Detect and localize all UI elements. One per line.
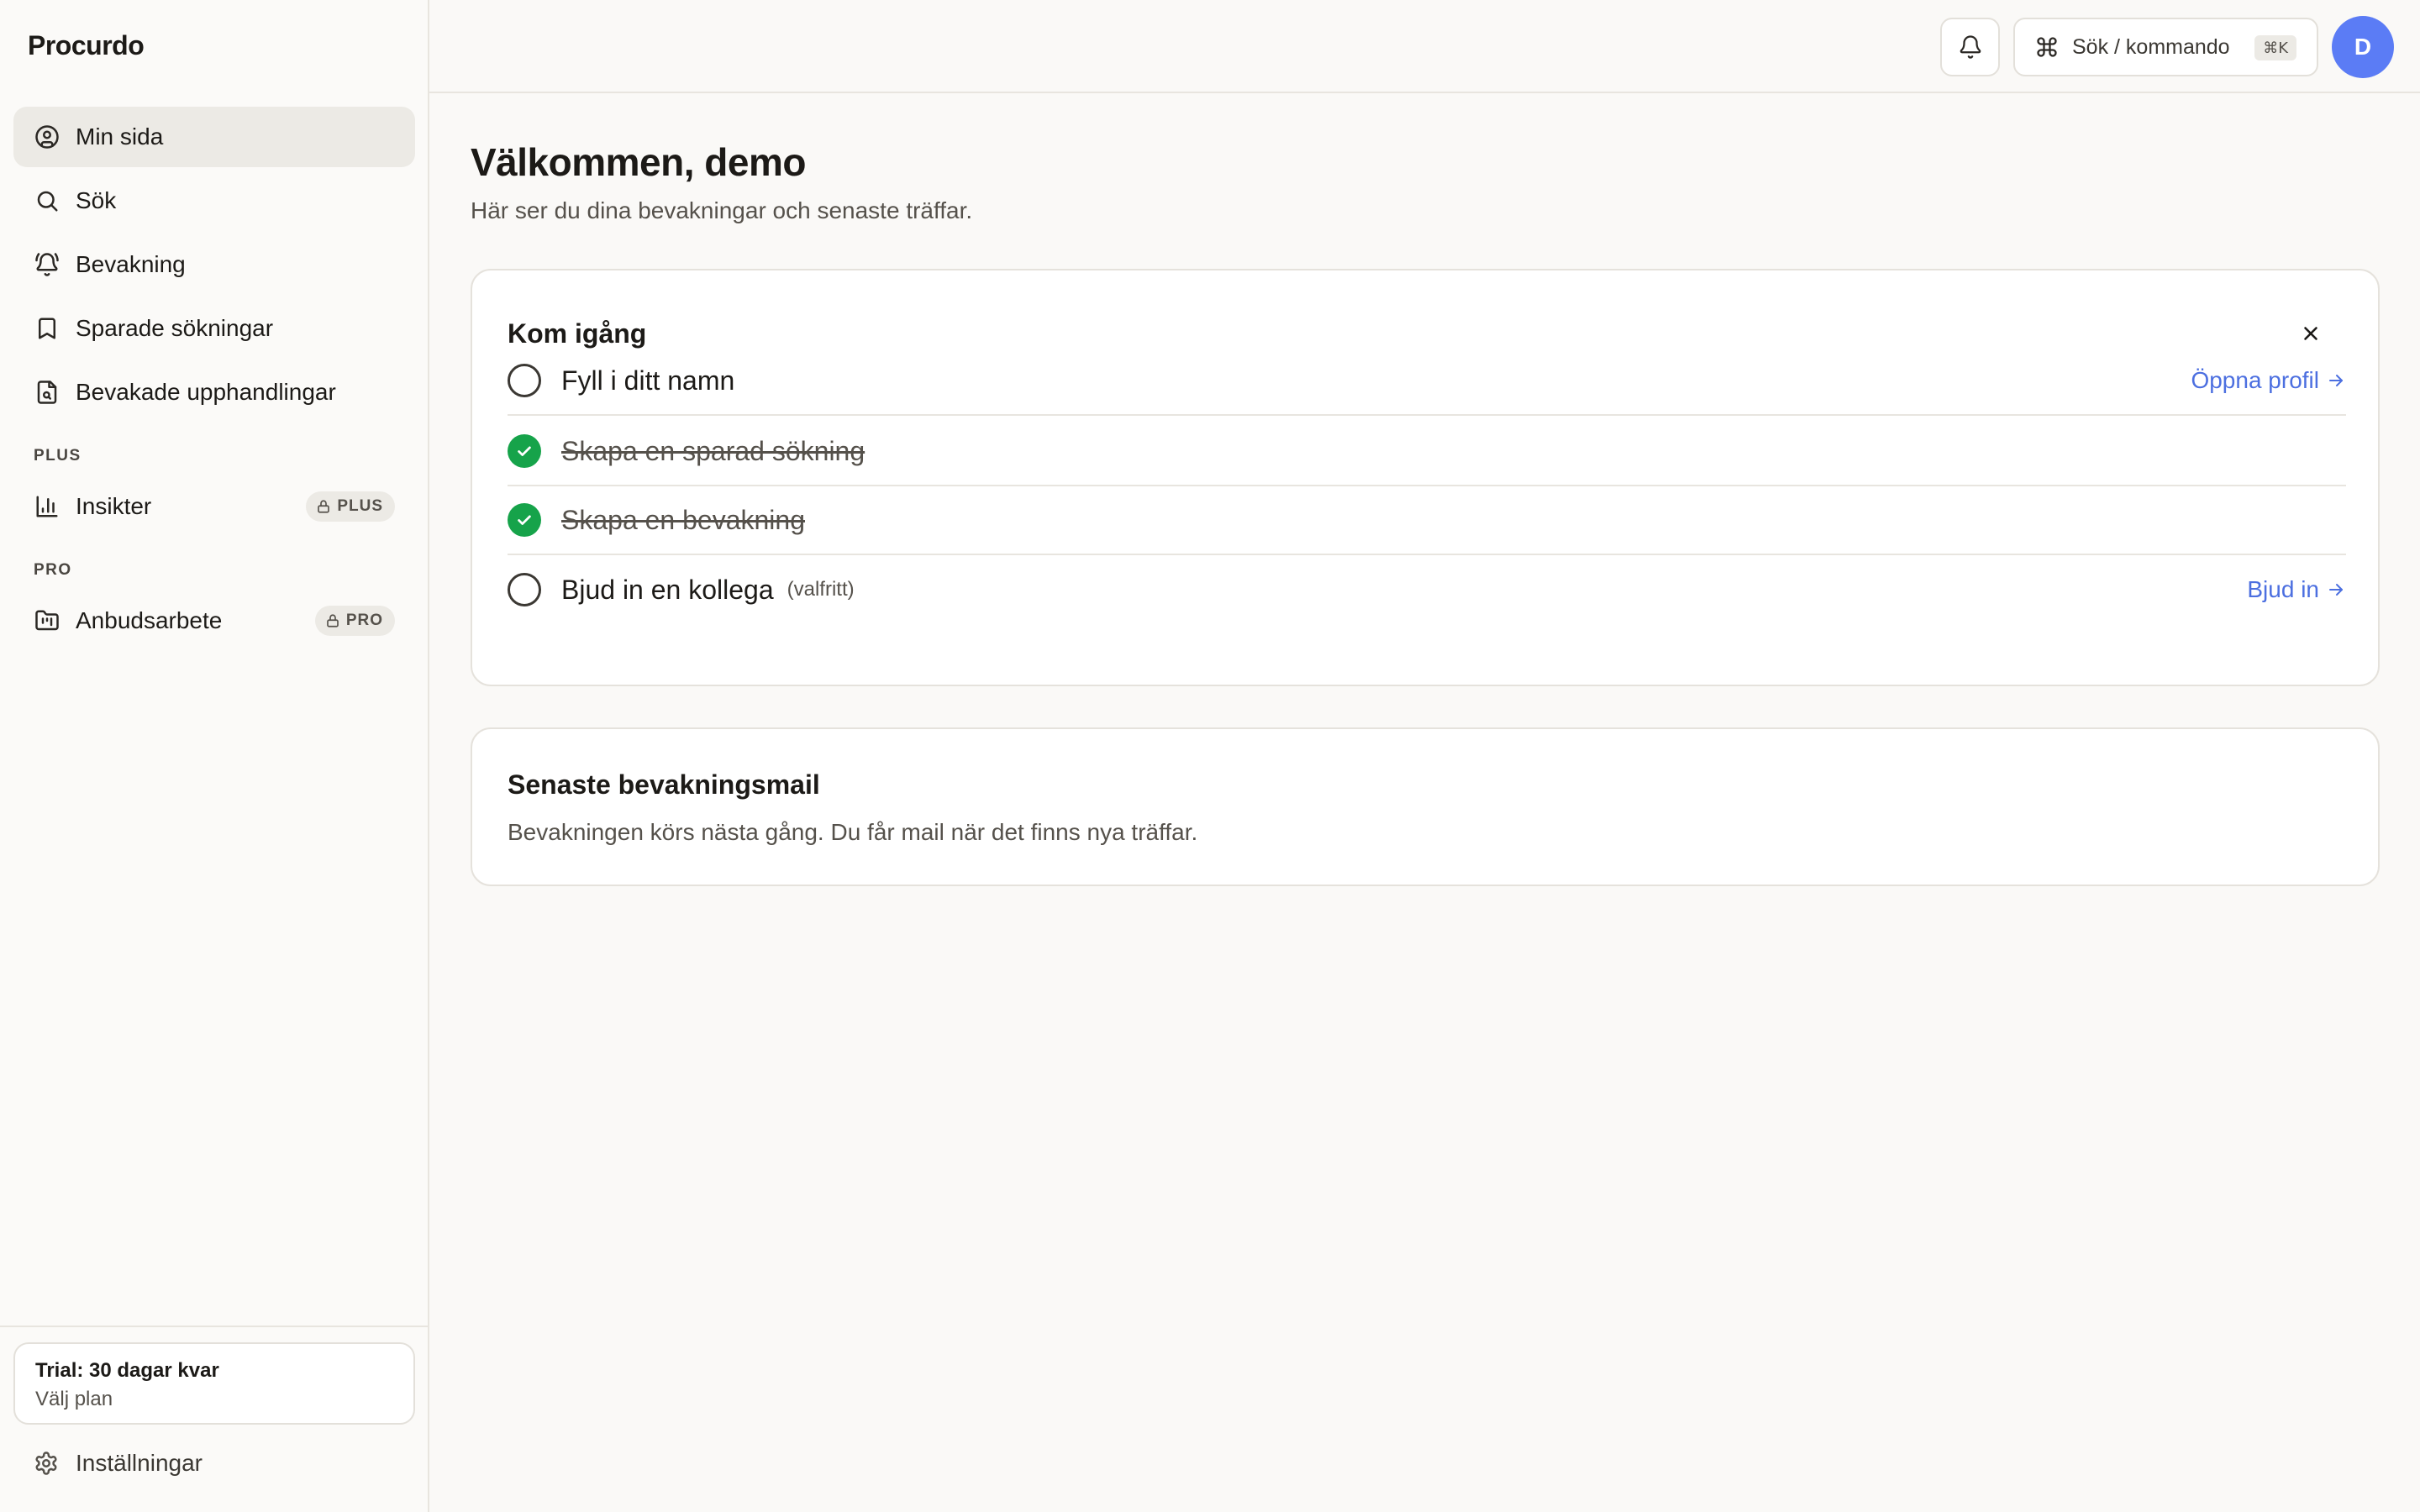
sidebar-item-label: Anbudsarbete xyxy=(76,607,223,633)
sidebar-item-label: Sök xyxy=(76,187,117,213)
sidebar-item-sparade-sokningar[interactable]: Sparade sökningar xyxy=(13,298,415,359)
plan-badge-plus: PLUS xyxy=(306,491,395,522)
task-row-watch: Skapa en bevakning xyxy=(508,486,2346,555)
invite-label: Bjud in xyxy=(2247,576,2319,602)
section-label-plus: PLUS xyxy=(34,447,82,465)
user-circle-icon xyxy=(34,123,60,150)
sidebar: Procurdo Min sida Sök Bevakning Sparade … xyxy=(0,0,429,1512)
task-label: Skapa en bevakning xyxy=(561,504,805,535)
bar-chart-icon xyxy=(34,493,60,520)
command-icon xyxy=(2037,37,2057,57)
settings-label: Inställningar xyxy=(76,1450,203,1476)
trial-card[interactable]: Trial: 30 dagar kvar Välj plan xyxy=(13,1342,415,1425)
sidebar-nav: Min sida Sök Bevakning Sparade sökningar xyxy=(13,107,415,654)
bell-ring-icon xyxy=(34,251,60,278)
command-search-label: Sök / kommando xyxy=(2072,34,2230,59)
user-avatar[interactable]: D xyxy=(2332,16,2394,78)
bell-icon xyxy=(1960,35,1981,59)
bookmark-icon xyxy=(34,315,60,342)
lock-icon xyxy=(326,614,339,627)
task-label: Skapa en sparad sökning xyxy=(561,435,865,466)
get-started-title: Kom igång xyxy=(508,318,647,349)
sidebar-item-label: Min sida xyxy=(76,123,164,150)
section-label-pro: PRO xyxy=(34,561,72,579)
sidebar-item-label: Bevakning xyxy=(76,251,186,277)
latest-mail-title: Senaste bevakningsmail xyxy=(508,769,820,800)
sidebar-item-label: Sparade sökningar xyxy=(76,315,274,341)
badge-label: PLUS xyxy=(337,497,383,515)
sidebar-item-label: Insikter xyxy=(76,493,152,519)
app-logo[interactable]: Procurdo xyxy=(28,30,145,61)
task-done-check[interactable] xyxy=(508,434,541,468)
page-title: Välkommen, demo xyxy=(471,140,806,184)
badge-label: PRO xyxy=(345,612,383,629)
task-row-name: Fyll i ditt namn Öppna profil xyxy=(508,347,2346,416)
folder-kanban-icon xyxy=(34,607,60,634)
task-label: Bjud in en kollega xyxy=(561,574,774,605)
plan-badge-pro: PRO xyxy=(314,606,395,636)
task-checkbox[interactable] xyxy=(508,364,541,397)
task-done-check[interactable] xyxy=(508,503,541,537)
sidebar-item-bevakade-upphandlingar[interactable]: Bevakade upphandlingar xyxy=(13,362,415,423)
latest-mail-card: Senaste bevakningsmail Bevakningen körs … xyxy=(471,727,2380,886)
keyboard-shortcut: ⌘K xyxy=(2254,35,2296,60)
choose-plan-link[interactable]: Välj plan xyxy=(35,1388,393,1411)
open-profile-label: Öppna profil xyxy=(2191,367,2319,393)
sidebar-item-label: Bevakade upphandlingar xyxy=(76,379,336,405)
open-profile-link[interactable]: Öppna profil xyxy=(2191,367,2346,394)
sidebar-item-anbudsarbete[interactable]: Anbudsarbete PRO xyxy=(13,591,415,651)
file-search-icon xyxy=(34,379,60,406)
arrow-right-icon xyxy=(2329,584,2343,596)
app-root: Procurdo Min sida Sök Bevakning Sparade … xyxy=(0,0,2420,1512)
check-icon xyxy=(518,446,531,456)
sidebar-item-sok[interactable]: Sök xyxy=(13,171,415,231)
settings-button[interactable]: Inställningar xyxy=(34,1450,203,1477)
page-subtitle: Här ser du dina bevakningar och senaste … xyxy=(471,197,973,223)
check-icon xyxy=(518,515,531,525)
sidebar-footer: Trial: 30 dagar kvar Välj plan Inställni… xyxy=(0,1326,428,1512)
close-icon xyxy=(2304,327,2317,340)
arrow-right-icon xyxy=(2329,375,2343,386)
command-search-button[interactable]: Sök / kommando ⌘K xyxy=(2013,18,2318,76)
task-row-saved-search: Skapa en sparad sökning xyxy=(508,417,2346,486)
sidebar-item-bevakning[interactable]: Bevakning xyxy=(13,234,415,295)
lock-icon xyxy=(318,500,330,513)
trial-status: Trial: 30 dagar kvar xyxy=(35,1359,219,1382)
sidebar-item-min-sida[interactable]: Min sida xyxy=(13,107,415,167)
search-icon xyxy=(34,187,60,214)
task-label: Fyll i ditt namn xyxy=(561,365,735,396)
task-optional-note: (valfritt) xyxy=(786,578,855,601)
close-button[interactable] xyxy=(2294,317,2328,350)
sidebar-item-insikter[interactable]: Insikter PLUS xyxy=(13,476,415,537)
notifications-button[interactable] xyxy=(1940,18,2000,76)
get-started-card: Kom igång Fyll i ditt namn Öppna profil … xyxy=(471,269,2380,686)
task-row-invite: Bjud in en kollega (valfritt) Bjud in xyxy=(508,555,2346,624)
gear-icon xyxy=(35,1452,57,1475)
invite-link[interactable]: Bjud in xyxy=(2247,576,2346,603)
latest-mail-text: Bevakningen körs nästa gång. Du får mail… xyxy=(508,819,1198,845)
task-checkbox[interactable] xyxy=(508,573,541,606)
